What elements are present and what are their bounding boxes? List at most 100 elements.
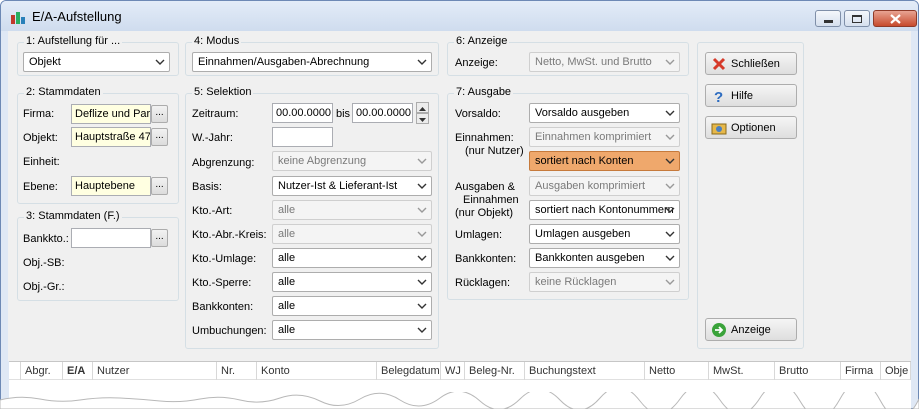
ktoumlage-value: alle xyxy=(278,252,296,264)
objekt-browse-button[interactable]: ... xyxy=(151,128,168,146)
column-header[interactable]: Buchungstext xyxy=(525,362,645,380)
arrow-down-icon xyxy=(419,118,426,122)
chevron-down-icon xyxy=(417,303,427,309)
ausgaben-sortierung-select[interactable]: sortiert nach Kontonummern xyxy=(529,200,680,220)
anzeige-value: Netto, MwSt. und Brutto xyxy=(535,56,652,68)
zeitraum-label: Zeitraum: xyxy=(192,108,239,120)
spin-down-button[interactable] xyxy=(416,113,429,124)
anzeige-select[interactable]: Netto, MwSt. und Brutto xyxy=(529,52,680,72)
ktoabr-select[interactable]: alle xyxy=(272,224,432,244)
ktoabr-label: Kto.-Abr.-Kreis: xyxy=(192,229,267,241)
zeitraum-from-field[interactable]: 00.00.0000 xyxy=(272,103,333,123)
ebene-browse-button[interactable]: ... xyxy=(151,177,168,195)
column-header[interactable]: Netto xyxy=(645,362,709,380)
objekt-label: Objekt: xyxy=(23,132,58,144)
umlagen-select[interactable]: Umlagen ausgeben xyxy=(529,224,680,244)
einnahmen-sortierung-select[interactable]: sortiert nach Konten xyxy=(529,151,680,171)
chevron-down-icon xyxy=(417,183,427,189)
chevron-down-icon xyxy=(665,183,675,189)
objsb-label: Obj.-SB: xyxy=(23,257,65,269)
close-icon xyxy=(889,13,901,24)
wjahr-field[interactable] xyxy=(272,127,333,147)
chevron-down-icon xyxy=(665,279,675,285)
app-icon xyxy=(11,12,25,24)
modus-value: Einnahmen/Ausgaben-Abrechnung xyxy=(198,56,370,68)
torn-edge xyxy=(0,392,919,409)
objekt-field[interactable]: Hauptstraße 47 xyxy=(71,127,151,147)
optionen-button[interactable]: Optionen xyxy=(705,116,797,139)
chevron-down-icon xyxy=(665,59,675,65)
chevron-down-icon xyxy=(417,327,427,333)
modus-select[interactable]: Einnahmen/Ausgaben-Abrechnung xyxy=(192,52,432,72)
spin-up-button[interactable] xyxy=(416,102,429,113)
ausgaben-komprimiert-select[interactable]: Ausgaben komprimiert xyxy=(529,176,680,196)
umbuchungen-label: Umbuchungen: xyxy=(192,325,267,337)
anzeige-button[interactable]: Anzeige xyxy=(705,318,797,341)
vorsaldo-select[interactable]: Vorsaldo ausgeben xyxy=(529,103,680,123)
ebene-field[interactable]: Hauptebene xyxy=(71,176,151,196)
title-bar[interactable]: E/A-Aufstellung xyxy=(1,1,918,31)
umlagen-label: Umlagen: xyxy=(455,229,503,241)
group-aufstellung-label: 1: Aufstellung für ... xyxy=(24,35,123,47)
optionen-label: Optionen xyxy=(731,122,776,134)
hilfe-button[interactable]: ? Hilfe xyxy=(705,84,797,107)
maximize-button[interactable] xyxy=(844,10,870,27)
umbuchungen-select[interactable]: alle xyxy=(272,320,432,340)
ruecklagen-select[interactable]: keine Rücklagen xyxy=(529,272,680,292)
arrow-right-icon xyxy=(712,323,726,337)
ktoart-select[interactable]: alle xyxy=(272,200,432,220)
wjahr-label: W.-Jahr: xyxy=(192,132,233,144)
bankkonten-select[interactable]: alle xyxy=(272,296,432,316)
ktosperre-label: Kto.-Sperre: xyxy=(192,277,252,289)
maximize-icon xyxy=(852,14,862,23)
column-header[interactable]: WJ xyxy=(441,362,465,380)
column-header[interactable]: Nutzer xyxy=(93,362,217,380)
basis-select[interactable]: Nutzer-Ist & Lieferant-Ist xyxy=(272,176,432,196)
abgrenzung-select[interactable]: keine Abgrenzung xyxy=(272,151,432,171)
bankkonten-label: Bankkonten: xyxy=(192,301,254,313)
bankkto-browse-button[interactable]: ... xyxy=(151,229,168,247)
bankkto-label: Bankkto.: xyxy=(23,233,69,245)
ktoumlage-select[interactable]: alle xyxy=(272,248,432,268)
column-header[interactable]: E/A xyxy=(63,362,93,380)
einnahmen-label: Einnahmen: xyxy=(455,132,514,144)
close-button[interactable] xyxy=(873,10,917,27)
firma-browse-button[interactable]: ... xyxy=(151,105,168,123)
zeitraum-to-field[interactable]: 00.00.0000 xyxy=(352,103,413,123)
options-icon xyxy=(711,123,727,135)
aufstellung-select[interactable]: Objekt xyxy=(23,52,170,72)
ktosperre-select[interactable]: alle xyxy=(272,272,432,292)
chevron-down-icon xyxy=(417,59,427,65)
basis-value: Nutzer-Ist & Lieferant-Ist xyxy=(278,180,398,192)
chevron-down-icon xyxy=(417,231,427,237)
help-icon: ? xyxy=(714,89,723,104)
umbuchungen-value: alle xyxy=(278,324,296,336)
ausgaben-einnahmen-label: Einnahmen xyxy=(463,194,519,206)
einnahmen-komprimiert-select[interactable]: Einnahmen komprimiert xyxy=(529,127,680,147)
column-header[interactable]: Firma xyxy=(841,362,881,380)
column-header[interactable]: Nr. xyxy=(217,362,257,380)
column-header[interactable]: MwSt. xyxy=(709,362,775,380)
column-header[interactable]: Abgr. xyxy=(21,362,63,380)
schliessen-label: Schließen xyxy=(731,58,780,70)
einnahmen-komprimiert-value: Einnahmen komprimiert xyxy=(535,131,652,143)
column-header[interactable]: Konto xyxy=(257,362,377,380)
results-table-header: Abgr. E/A Nutzer Nr. Konto Belegdatum WJ… xyxy=(9,361,911,380)
column-header[interactable]: Belegdatum xyxy=(377,362,441,380)
firma-field[interactable]: Deflize und Par xyxy=(71,104,151,124)
chevron-down-icon xyxy=(417,207,427,213)
objgr-label: Obj.-Gr.: xyxy=(23,281,65,293)
ausgaben-sub-label: (nur Objekt) xyxy=(455,207,514,219)
schliessen-button[interactable]: Schließen xyxy=(705,52,797,75)
column-header[interactable]: Brutto xyxy=(775,362,841,380)
firma-label: Firma: xyxy=(23,108,55,120)
ausgabe-bankkonten-value: Bankkonten ausgeben xyxy=(535,252,645,264)
bankkto-field[interactable] xyxy=(71,228,151,248)
ruecklagen-value: keine Rücklagen xyxy=(535,276,617,288)
ktoart-value: alle xyxy=(278,204,296,216)
ausgabe-bankkonten-select[interactable]: Bankkonten ausgeben xyxy=(529,248,680,268)
chevron-down-icon xyxy=(417,255,427,261)
minimize-button[interactable] xyxy=(815,10,841,27)
column-header[interactable]: Beleg-Nr. xyxy=(465,362,525,380)
column-header[interactable]: Obje xyxy=(881,362,911,380)
